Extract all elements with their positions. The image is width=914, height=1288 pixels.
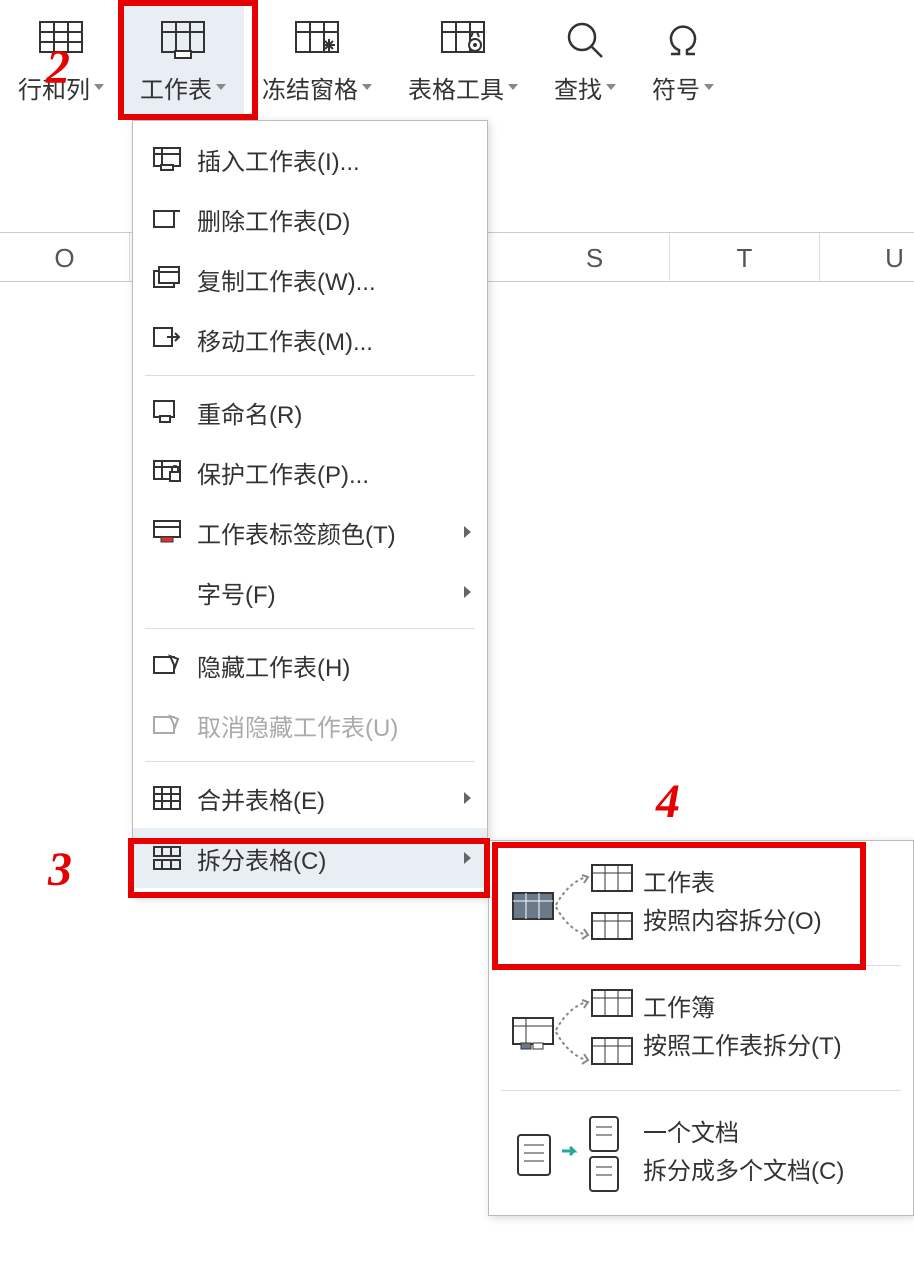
menu-split[interactable]: 拆分表格(C)	[133, 828, 487, 888]
move-sheet-icon	[149, 327, 185, 351]
ribbon-symbol[interactable]: 符号	[634, 0, 732, 120]
col-T[interactable]: T	[670, 233, 820, 281]
separator	[145, 761, 475, 762]
menu-move[interactable]: 移动工作表(M)...	[133, 309, 487, 369]
submenu-arrow-icon	[464, 586, 471, 598]
submenu-s1a: 工作表	[643, 865, 822, 903]
submenu-s3a: 一个文档	[643, 1115, 844, 1153]
menu-copy[interactable]: 复制工作表(W)...	[133, 249, 487, 309]
col-U[interactable]: U	[820, 233, 914, 281]
tools-icon	[441, 16, 485, 64]
submenu-split-sheet[interactable]: 工作簿按照工作表拆分(T)	[489, 970, 913, 1086]
menu-insert-label: 插入工作表(I)...	[197, 142, 360, 177]
ribbon-worksheet-label: 工作表	[140, 70, 212, 105]
submenu-arrow-icon	[464, 792, 471, 804]
hide-icon	[149, 653, 185, 677]
rename-icon	[149, 400, 185, 424]
unhide-icon	[149, 713, 185, 737]
tabcolor-icon	[149, 520, 185, 544]
col-O[interactable]: O	[0, 233, 130, 281]
submenu-split-doc[interactable]: 一个文档拆分成多个文档(C)	[489, 1095, 913, 1211]
submenu-s2b: 按照工作表拆分(T)	[643, 1028, 842, 1066]
omega-icon	[663, 16, 703, 64]
menu-split-label: 拆分表格(C)	[197, 841, 326, 876]
separator	[145, 375, 475, 376]
menu-delete-label: 删除工作表(D)	[197, 202, 350, 237]
ribbon-find[interactable]: 查找	[536, 0, 634, 120]
menu-rename-label: 重命名(R)	[197, 395, 302, 430]
split-content-icon	[503, 863, 643, 943]
caret-icon	[94, 84, 104, 90]
menu-merge[interactable]: 合并表格(E)	[133, 768, 487, 828]
menu-protect[interactable]: 保护工作表(P)...	[133, 442, 487, 502]
ribbon-freeze-label: 冻结窗格	[262, 70, 358, 105]
sheet-icon	[161, 16, 205, 64]
insert-sheet-icon	[149, 147, 185, 171]
ribbon-tabletools-label: 表格工具	[408, 70, 504, 105]
protect-icon	[149, 460, 185, 484]
copy-sheet-icon	[149, 266, 185, 292]
menu-unhide-label: 取消隐藏工作表(U)	[197, 708, 398, 743]
ribbon-tabletools[interactable]: 表格工具	[390, 0, 536, 120]
menu-unhide: 取消隐藏工作表(U)	[133, 695, 487, 755]
menu-move-label: 移动工作表(M)...	[197, 322, 373, 357]
ribbon-freeze[interactable]: 冻结窗格	[244, 0, 390, 120]
submenu-s1b: 按照内容拆分(O)	[643, 903, 822, 941]
worksheet-menu: 插入工作表(I)... 删除工作表(D) 复制工作表(W)... 移动工作表(M…	[132, 120, 488, 897]
menu-fontsize[interactable]: 字号(F)	[133, 562, 487, 622]
freeze-icon	[295, 16, 339, 64]
menu-tabcolor-label: 工作表标签颜色(T)	[197, 515, 396, 550]
col-S[interactable]: S	[520, 233, 670, 281]
caret-icon	[508, 84, 518, 90]
split-icon	[149, 846, 185, 870]
menu-hide-label: 隐藏工作表(H)	[197, 648, 350, 683]
delete-sheet-icon	[149, 207, 185, 231]
menu-delete[interactable]: 删除工作表(D)	[133, 189, 487, 249]
submenu-s3b: 拆分成多个文档(C)	[643, 1153, 844, 1191]
split-submenu: 工作表按照内容拆分(O) 工作簿按照工作表拆分(T) 一个文档拆分成多个文档(C…	[488, 840, 914, 1216]
menu-rename[interactable]: 重命名(R)	[133, 382, 487, 442]
badge-2: 2	[46, 40, 70, 95]
caret-icon	[216, 84, 226, 90]
menu-tabcolor[interactable]: 工作表标签颜色(T)	[133, 502, 487, 562]
ribbon-symbol-label: 符号	[652, 70, 700, 105]
caret-icon	[606, 84, 616, 90]
menu-copy-label: 复制工作表(W)...	[197, 262, 376, 297]
ribbon-worksheet[interactable]: 工作表	[122, 0, 244, 120]
search-icon	[565, 16, 605, 64]
submenu-split-content[interactable]: 工作表按照内容拆分(O)	[489, 845, 913, 961]
submenu-arrow-icon	[464, 526, 471, 538]
ribbon-find-label: 查找	[554, 70, 602, 105]
submenu-s2a: 工作簿	[643, 990, 842, 1028]
menu-merge-label: 合并表格(E)	[197, 781, 325, 816]
separator	[145, 628, 475, 629]
submenu-arrow-icon	[464, 852, 471, 864]
badge-3: 3	[48, 842, 72, 897]
separator	[501, 1090, 901, 1091]
caret-icon	[362, 84, 372, 90]
split-sheet-icon	[503, 988, 643, 1068]
menu-hide[interactable]: 隐藏工作表(H)	[133, 635, 487, 695]
menu-fontsize-label: 字号(F)	[197, 575, 276, 610]
caret-icon	[704, 84, 714, 90]
badge-4: 4	[656, 774, 680, 829]
menu-protect-label: 保护工作表(P)...	[197, 455, 369, 490]
menu-insert[interactable]: 插入工作表(I)...	[133, 129, 487, 189]
separator	[501, 965, 901, 966]
merge-icon	[149, 786, 185, 810]
split-doc-icon	[503, 1113, 643, 1193]
ribbon: 行和列 工作表 冻结窗格 表格工具 查找 符号	[0, 0, 914, 120]
